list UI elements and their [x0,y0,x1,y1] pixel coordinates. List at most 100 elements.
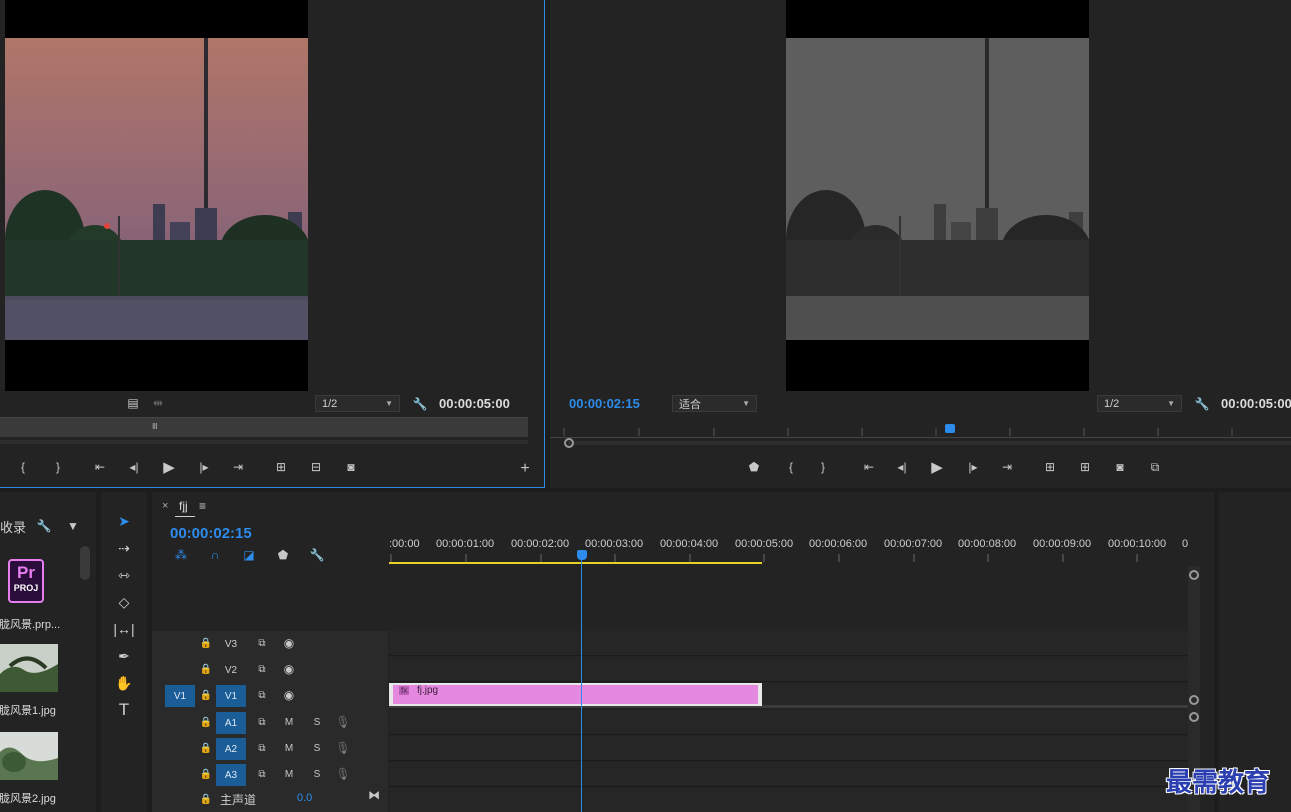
program-playhead[interactable] [945,424,955,433]
source-scrubber[interactable]: Ⅲ [0,417,528,437]
add-marker-icon[interactable]: ⬟ [747,459,761,475]
slip-tool-icon[interactable]: |↔| [111,618,137,640]
microphone-icon[interactable]: 🎙 [335,767,350,781]
program-scroll-track[interactable] [568,441,1291,445]
mark-in-icon[interactable]: { [16,459,30,475]
camera-icon[interactable]: ◙ [342,459,360,475]
sync-lock-icon[interactable]: ⧉ [255,767,269,781]
solo-button[interactable]: S [310,767,324,781]
track-label-v3[interactable]: V3 [216,633,246,655]
step-back-icon[interactable]: ◂| [125,459,143,475]
type-tool-icon[interactable]: T [111,699,137,721]
step-forward-icon[interactable]: |▸ [195,459,213,475]
razor-tool-icon[interactable]: ◇ [111,591,137,613]
lock-icon[interactable]: 🔒 [200,741,212,755]
wrench-icon[interactable]: 🔧 [412,396,428,411]
audio-track-a1[interactable]: 🔒 A1 ⧉ M S 🎙 [152,710,1188,735]
add-button-icon[interactable]: + [517,460,533,477]
mark-out-icon[interactable]: } [51,459,65,475]
go-to-in-icon[interactable]: ⇤ [91,459,109,475]
master-volume-value[interactable]: 0.0 [297,792,312,804]
microphone-icon[interactable]: 🎙 [335,715,350,729]
go-to-in-icon[interactable]: ⇤ [860,459,878,475]
filter-icon[interactable]: ▼ [65,518,81,533]
mute-button[interactable]: M [282,741,296,755]
sync-lock-icon[interactable]: ⧉ [255,688,269,702]
audio-track-a3[interactable]: 🔒 A3 ⧉ M S 🎙 [152,762,1188,787]
master-track[interactable]: 🔒 主声道 0.0 ⧓ [152,788,1188,812]
lock-icon[interactable]: 🔒 [200,767,212,781]
sync-lock-icon[interactable]: ⧉ [255,662,269,676]
wrench-icon[interactable]: 🔧 [36,518,52,533]
track-label-a1[interactable]: A1 [216,712,246,734]
timeline-settings-icon[interactable]: 🔧 [309,547,325,563]
fit-dropdown[interactable]: 适合 ▼ [672,395,757,412]
lock-icon[interactable]: 🔒 [200,792,212,806]
timeline-menu-icon[interactable]: ≡ [199,499,206,513]
work-area-bar[interactable] [389,562,762,564]
mark-in-icon[interactable]: { [784,459,798,475]
extract-icon[interactable]: ⊞ [1074,459,1096,475]
scroll-handle-low[interactable] [1189,712,1199,722]
mute-button[interactable]: M [282,767,296,781]
eye-icon[interactable]: ◉ [281,662,297,676]
play-icon[interactable]: ▶ [160,458,178,476]
pen-tool-icon[interactable]: ✒ [111,645,137,667]
track-label-v2[interactable]: V2 [216,659,246,681]
timeline-close-icon[interactable]: × [162,500,168,512]
add-marker-icon[interactable]: ⬟ [276,547,290,563]
program-scrubber[interactable] [550,420,1291,438]
go-to-edge-icon[interactable]: ⧓ [366,788,382,802]
step-back-icon[interactable]: ◂| [893,459,911,475]
timeline-clip-fj[interactable]: fx fj.jpg [389,683,762,706]
mark-out-icon[interactable]: } [816,459,830,475]
eye-icon[interactable]: ◉ [281,636,297,650]
hand-tool-icon[interactable]: ✋ [111,672,137,694]
compare-view-icon[interactable]: ⧉ [1144,459,1166,475]
sync-lock-icon[interactable]: ⧉ [255,741,269,755]
project-item-image-2[interactable]: 朦胧风景2.jpg [0,732,80,812]
track-label-a2[interactable]: A2 [216,738,246,760]
solo-button[interactable]: S [310,715,324,729]
lock-icon[interactable]: 🔒 [200,688,212,702]
solo-button[interactable]: S [310,741,324,755]
insert-icon[interactable]: ⊞ [270,459,292,475]
scroll-handle-mid[interactable] [1189,695,1199,705]
lock-icon[interactable]: 🔒 [200,715,212,729]
source-patch-v1[interactable]: V1 [165,685,195,707]
timeline-playhead[interactable] [577,550,587,560]
microphone-icon[interactable]: 🎙 [335,741,350,755]
track-label-v1[interactable]: V1 [216,685,246,707]
program-scroll-handle[interactable] [564,438,574,448]
source-scroll-track[interactable] [0,440,528,444]
project-item-image-1[interactable]: 朦胧风景1.jpg [0,644,80,724]
selection-tool-icon[interactable]: ➤ [111,510,137,532]
program-scale-dropdown[interactable]: 1/2 ▼ [1097,395,1182,412]
track-select-tool-icon[interactable]: ⇢ [111,537,137,559]
play-icon[interactable]: ▶ [928,458,946,476]
linked-selection-icon[interactable]: ◪ [241,547,257,563]
lift-icon[interactable]: ⊞ [1039,459,1061,475]
source-scrubber-handle[interactable]: Ⅲ [152,422,158,431]
sync-lock-icon[interactable]: ⧉ [255,636,269,650]
overwrite-icon[interactable]: ⊟ [305,459,327,475]
go-to-out-icon[interactable]: ⇥ [998,459,1016,475]
sync-lock-icon[interactable]: ⧉ [255,715,269,729]
mute-button[interactable]: M [282,715,296,729]
snap-icon[interactable]: ∩ [207,547,223,563]
project-scrollbar[interactable] [80,546,90,580]
video-track-v2[interactable]: 🔒 V2 ⧉ ◉ [152,657,1188,682]
lock-icon[interactable]: 🔒 [200,636,212,650]
timeline-timecode[interactable]: 00:00:02:15 [170,525,252,542]
scroll-handle-top[interactable] [1189,570,1199,580]
timeline-tab[interactable]: fjj [179,499,188,513]
lock-icon[interactable]: 🔒 [200,662,212,676]
source-scale-dropdown[interactable]: 1/2 ▼ [315,395,400,412]
wrench-icon[interactable]: 🔧 [1194,396,1210,411]
video-track-v3[interactable]: 🔒 V3 ⧉ ◉ [152,631,1188,656]
track-label-a3[interactable]: A3 [216,764,246,786]
step-forward-icon[interactable]: |▸ [964,459,982,475]
ripple-edit-tool-icon[interactable]: ⇿ [111,564,137,586]
program-timecode[interactable]: 00:00:02:15 [569,396,640,411]
project-item-proj[interactable]: Pr PROJ 朦胧风景.prp... [0,552,80,632]
